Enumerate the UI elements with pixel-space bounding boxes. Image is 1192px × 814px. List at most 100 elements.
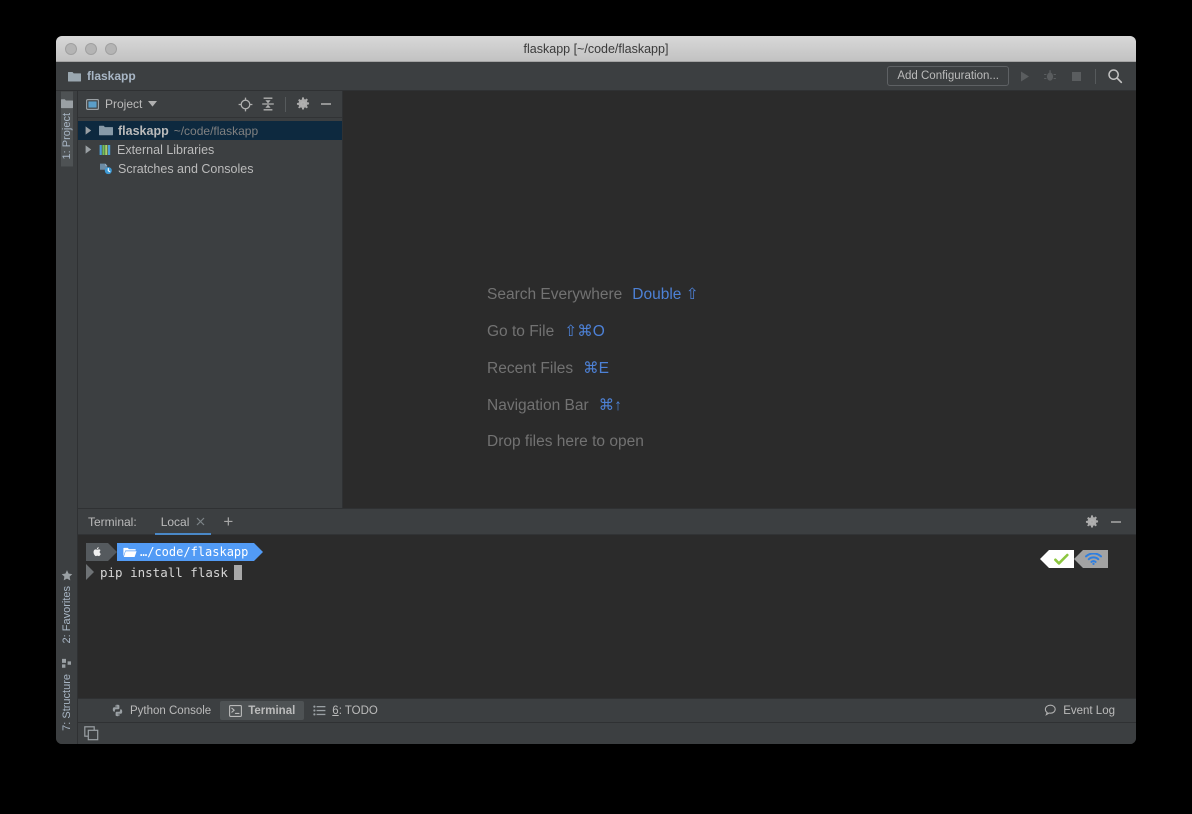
project-panel-actions	[235, 94, 336, 114]
collapse-all-icon[interactable]	[258, 94, 278, 114]
status-item-label: Terminal	[248, 704, 296, 717]
terminal-header: Terminal: Local +	[78, 509, 1136, 535]
status-item-label: 6: TODO	[332, 704, 378, 717]
search-icon[interactable]	[1104, 65, 1126, 87]
hint-shortcut: ⌘↑	[598, 397, 622, 414]
add-configuration-button[interactable]: Add Configuration...	[887, 66, 1009, 86]
bottom-bar	[78, 722, 1136, 744]
breadcrumb[interactable]: flaskapp	[68, 69, 136, 83]
project-tree: flaskapp ~/code/flaskapp External Librar…	[78, 118, 342, 178]
tree-node-path: ~/code/flaskapp	[173, 123, 259, 138]
terminal-tool-window: Terminal: Local + …/code/flaskapp pip in…	[78, 508, 1136, 698]
toolbar-actions: Add Configuration...	[887, 65, 1136, 87]
tree-node-label: External Libraries	[117, 142, 215, 157]
stop-icon[interactable]	[1065, 65, 1087, 87]
window-title-bar: flaskapp [~/code/flaskapp]	[56, 36, 1136, 62]
plus-icon[interactable]: +	[213, 513, 243, 530]
terminal-prompt-line: …/code/flaskapp	[86, 543, 1136, 561]
gear-icon[interactable]	[1082, 512, 1102, 532]
powerline-end	[254, 543, 264, 561]
folder-open-icon	[123, 547, 137, 558]
sidebar-item-favorites[interactable]: 2: Favorites	[61, 562, 73, 650]
windows-layout-icon[interactable]	[84, 726, 99, 741]
hint-shortcut: ⇧⌘O	[564, 323, 605, 340]
gear-icon[interactable]	[293, 94, 313, 114]
event-log-button[interactable]: Event Log	[1035, 701, 1124, 720]
terminal-icon	[229, 704, 243, 717]
python-icon	[111, 704, 124, 717]
hint-search-everywhere: Search Everywhere Double ⇧	[487, 285, 699, 304]
hint-shortcut: Double ⇧	[632, 286, 699, 303]
panel-separator	[285, 96, 286, 112]
scratches-icon	[99, 162, 113, 175]
tree-node-external-libraries[interactable]: External Libraries	[78, 140, 342, 159]
minimize-icon[interactable]	[1106, 512, 1126, 532]
project-panel-header: Project	[78, 91, 342, 118]
terminal-tab-local[interactable]: Local	[153, 509, 214, 535]
terminal-path-label: …/code/flaskapp	[140, 545, 249, 559]
run-icon[interactable]	[1013, 65, 1035, 87]
editor-hints: Search Everywhere Double ⇧ Go to File ⇧⌘…	[487, 285, 699, 451]
status-bar: Python Console Terminal 6: TODO Event Lo…	[78, 698, 1136, 722]
prompt-chevron-icon	[86, 564, 94, 580]
star-icon	[61, 569, 73, 581]
powerline-separator	[108, 543, 117, 561]
balloon-icon	[1044, 704, 1057, 717]
minimize-icon[interactable]	[316, 94, 336, 114]
hint-navigation-bar: Navigation Bar ⌘↑	[487, 396, 699, 415]
hint-label: Go to File	[487, 323, 555, 340]
chevron-down-icon[interactable]	[148, 101, 158, 107]
expand-arrow-icon[interactable]	[83, 126, 94, 135]
hint-shortcut: ⌘E	[583, 360, 609, 377]
ide-body: 1: Project 2: Favorites 7: Structure Pro…	[56, 91, 1136, 744]
breadcrumb-label: flaskapp	[87, 69, 136, 83]
target-icon[interactable]	[235, 94, 255, 114]
tree-node-label: Scratches and Consoles	[118, 161, 254, 176]
upper-area: Project flaskapp ~/code/flaskapp Externa…	[78, 91, 1136, 508]
terminal-right-prompt	[1040, 550, 1108, 568]
project-panel-title: Project	[105, 97, 143, 111]
todo-icon	[313, 705, 326, 716]
library-icon	[99, 144, 112, 156]
close-icon[interactable]	[196, 517, 205, 526]
hint-recent-files: Recent Files ⌘E	[487, 359, 699, 378]
sidebar-item-project[interactable]: 1: Project	[60, 91, 73, 167]
folder-icon	[68, 71, 81, 82]
terminal-output[interactable]: …/code/flaskapp pip install flask	[78, 535, 1136, 698]
left-tool-strip: 1: Project 2: Favorites 7: Structure	[56, 91, 78, 744]
sidebar-tab-label: 1: Project	[60, 113, 73, 160]
terminal-header-actions	[1082, 512, 1136, 532]
project-tool-window: Project flaskapp ~/code/flaskapp Externa…	[78, 91, 343, 508]
apple-icon	[86, 543, 108, 561]
hint-label: Search Everywhere	[487, 286, 623, 303]
ide-window: flaskapp [~/code/flaskapp] flaskapp Add …	[56, 36, 1136, 744]
debug-icon[interactable]	[1039, 65, 1061, 87]
structure-icon	[61, 657, 73, 669]
status-item-python-console[interactable]: Python Console	[102, 701, 220, 720]
check-icon	[1049, 550, 1074, 568]
powerline-separator-right	[1074, 550, 1083, 568]
main-content-column: Project flaskapp ~/code/flaskapp Externa…	[78, 91, 1136, 744]
folder-icon	[99, 125, 113, 136]
toolbar-separator	[1095, 68, 1096, 84]
tree-node-scratches[interactable]: Scratches and Consoles	[78, 159, 342, 178]
folder-icon	[60, 98, 73, 108]
status-bar-right: Event Log	[1035, 701, 1136, 720]
expand-arrow-icon[interactable]	[83, 145, 94, 154]
terminal-path-segment: …/code/flaskapp	[117, 543, 255, 561]
status-item-todo[interactable]: 6: TODO	[304, 701, 387, 720]
project-icon	[86, 98, 99, 110]
sidebar-tab-label: 7: Structure	[60, 674, 73, 731]
terminal-command-line[interactable]: pip install flask	[86, 564, 1136, 580]
hint-label: Recent Files	[487, 360, 574, 377]
tree-node-label: flaskapp	[118, 123, 169, 138]
window-title: flaskapp [~/code/flaskapp]	[523, 41, 669, 56]
terminal-cursor	[233, 564, 242, 580]
main-toolbar: flaskapp Add Configuration...	[56, 62, 1136, 91]
editor-area[interactable]: Search Everywhere Double ⇧ Go to File ⇧⌘…	[343, 91, 1136, 508]
sidebar-item-structure[interactable]: 7: Structure	[61, 650, 73, 738]
status-item-label: Python Console	[130, 704, 212, 717]
status-item-terminal[interactable]: Terminal	[220, 701, 305, 720]
tree-node-flaskapp[interactable]: flaskapp ~/code/flaskapp	[78, 121, 342, 140]
sidebar-tab-label: 2: Favorites	[60, 585, 73, 644]
